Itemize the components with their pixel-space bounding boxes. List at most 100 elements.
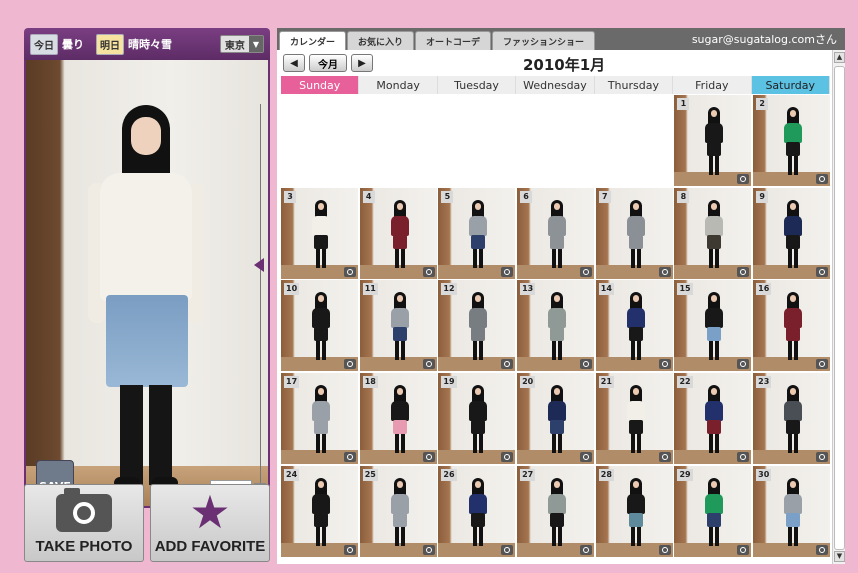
photo-slider-track[interactable]: [260, 104, 261, 484]
camera-icon[interactable]: [737, 544, 750, 555]
calendar-day-cell[interactable]: 12: [438, 280, 516, 372]
calendar-day-cell[interactable]: 22: [674, 373, 752, 465]
camera-icon[interactable]: [737, 266, 750, 277]
add-favorite-button[interactable]: ★ ADD FAVORITE: [150, 484, 270, 562]
outfit-thumbnail: [626, 477, 646, 548]
calendar-day-cell[interactable]: 1: [674, 95, 752, 186]
camera-icon[interactable]: [816, 544, 829, 555]
calendar-day-cell[interactable]: 3: [281, 187, 358, 279]
account-email[interactable]: sugar@sugatalog.comさん: [692, 31, 845, 47]
calendar-day-cell[interactable]: 26: [438, 465, 516, 557]
calendar-day-cell[interactable]: 5: [438, 187, 516, 279]
camera-icon[interactable]: [658, 452, 671, 463]
calendar-day-cell[interactable]: 16: [753, 280, 831, 372]
calendar-day-cell[interactable]: 4: [359, 187, 437, 279]
prev-month-button[interactable]: ◀: [283, 54, 305, 72]
calendar-day-cell[interactable]: 2: [753, 95, 831, 186]
camera-icon[interactable]: [422, 452, 435, 463]
camera-icon[interactable]: [816, 359, 829, 370]
day-number: 26: [441, 468, 457, 481]
weekday-header: Sunday Monday Tuesday Wednesday Thursday…: [281, 76, 830, 94]
day-number: 7: [598, 190, 611, 203]
camera-icon[interactable]: [580, 359, 593, 370]
camera-icon[interactable]: [501, 359, 514, 370]
calendar-day-cell[interactable]: 18: [359, 373, 437, 465]
day-number: 2: [756, 98, 769, 110]
next-month-button[interactable]: ▶: [351, 54, 373, 72]
camera-icon[interactable]: [580, 452, 593, 463]
calendar-day-cell[interactable]: 24: [281, 465, 358, 557]
calendar-day-cell[interactable]: 15: [674, 280, 752, 372]
camera-icon[interactable]: [816, 452, 829, 463]
camera-icon[interactable]: [344, 452, 356, 463]
camera-icon[interactable]: [737, 174, 750, 184]
scroll-up-icon[interactable]: ▲: [834, 52, 845, 63]
day-number: 24: [284, 468, 300, 481]
outfit-thumbnail: [626, 199, 646, 270]
tab-fashion-show[interactable]: ファッションショー: [492, 31, 596, 50]
day-number: 6: [520, 190, 533, 203]
day-number: 5: [441, 190, 454, 203]
tab-calendar[interactable]: カレンダー: [279, 31, 347, 50]
scrollbar[interactable]: ▲ ▼: [832, 50, 845, 564]
weekday-monday: Monday: [359, 76, 438, 94]
camera-icon[interactable]: [658, 544, 671, 555]
camera-icon[interactable]: [422, 544, 435, 555]
calendar-day-cell[interactable]: 13: [517, 280, 595, 372]
calendar-day-cell[interactable]: 25: [359, 465, 437, 557]
day-number: 14: [598, 283, 614, 296]
calendar-day-cell[interactable]: 7: [595, 187, 673, 279]
outfit-thumbnail: [547, 292, 567, 362]
scroll-down-icon[interactable]: ▼: [834, 551, 845, 562]
camera-icon[interactable]: [344, 266, 356, 277]
take-photo-label: TAKE PHOTO: [35, 538, 133, 555]
tab-favorites[interactable]: お気に入り: [347, 31, 415, 50]
photo-slider-handle[interactable]: [254, 258, 264, 272]
outfit-thumbnail: [390, 477, 410, 548]
calendar-day-cell[interactable]: 29: [674, 465, 752, 557]
calendar-day-cell[interactable]: 23: [753, 373, 831, 465]
outfit-thumbnail: [311, 385, 331, 455]
calendar-day-cell[interactable]: 21: [595, 373, 673, 465]
city-select[interactable]: 東京 ▼: [219, 35, 264, 53]
weekday-thursday: Thursday: [594, 76, 674, 94]
outfit-thumbnail: [704, 292, 724, 362]
outfit-thumbnail: [704, 199, 724, 270]
calendar-day-cell[interactable]: 20: [517, 373, 595, 465]
calendar-day-cell[interactable]: 17: [281, 373, 358, 465]
calendar-day-cell[interactable]: 9: [753, 187, 831, 279]
calendar-day-cell[interactable]: 19: [438, 373, 516, 465]
calendar-day-cell[interactable]: 28: [595, 465, 673, 557]
calendar-day-cell[interactable]: 27: [517, 465, 595, 557]
camera-icon[interactable]: [344, 544, 356, 555]
calendar-day-cell[interactable]: 6: [517, 187, 595, 279]
scroll-thumb[interactable]: [834, 66, 845, 550]
take-photo-button[interactable]: TAKE PHOTO: [24, 484, 144, 562]
camera-icon[interactable]: [816, 174, 829, 184]
day-number: 3: [284, 190, 296, 203]
camera-icon[interactable]: [501, 452, 514, 463]
this-month-button[interactable]: 今月: [309, 54, 347, 72]
calendar-day-cell[interactable]: 30: [753, 465, 831, 557]
camera-icon[interactable]: [422, 266, 435, 277]
camera-icon[interactable]: [737, 359, 750, 370]
outfit-thumbnail: [783, 477, 803, 548]
camera-icon[interactable]: [501, 266, 514, 277]
weekday-friday: Friday: [673, 76, 752, 94]
camera-icon[interactable]: [501, 544, 514, 555]
camera-icon[interactable]: [737, 452, 750, 463]
outfit-thumbnail: [704, 477, 724, 548]
camera-icon[interactable]: [658, 266, 671, 277]
camera-icon[interactable]: [580, 266, 593, 277]
calendar-day-cell[interactable]: 14: [595, 280, 673, 372]
calendar-day-cell[interactable]: 11: [359, 280, 437, 372]
camera-icon[interactable]: [658, 359, 671, 370]
camera-icon[interactable]: [580, 544, 593, 555]
tab-auto-coordinate[interactable]: オートコーデ: [415, 31, 492, 50]
calendar-day-cell[interactable]: 8: [674, 187, 752, 279]
camera-icon[interactable]: [344, 359, 356, 370]
day-number: 25: [362, 468, 378, 481]
camera-icon[interactable]: [816, 266, 829, 277]
camera-icon[interactable]: [422, 359, 435, 370]
calendar-day-cell[interactable]: 10: [281, 280, 358, 372]
